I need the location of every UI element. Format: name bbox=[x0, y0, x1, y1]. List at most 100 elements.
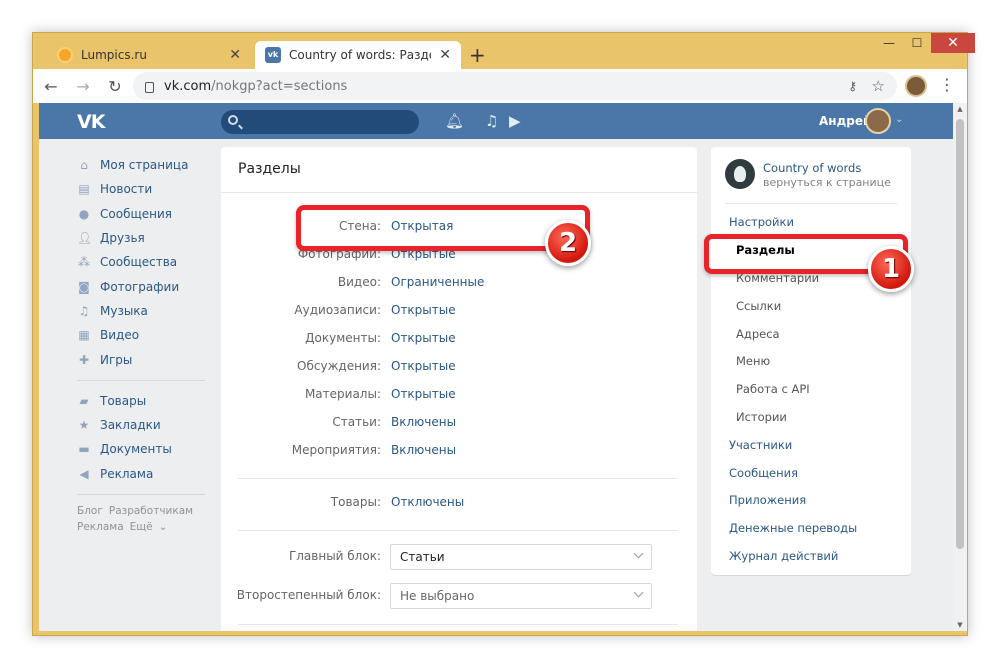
vk-search-input[interactable] bbox=[221, 110, 419, 134]
section-value-link[interactable]: Открытые bbox=[391, 331, 456, 345]
group-name-link[interactable]: Country of words bbox=[763, 161, 861, 175]
section-divider bbox=[238, 624, 678, 625]
left-menu-label: Новости bbox=[100, 182, 153, 197]
main-block-label: Главный блок: bbox=[288, 549, 381, 563]
section-row-articles: Статьи: Включены bbox=[221, 415, 697, 435]
url-host: vk.com bbox=[164, 78, 212, 94]
scroll-up-icon[interactable]: ▲ bbox=[953, 105, 967, 113]
secondary-block-row: Второстепенный блок: Не выбрано bbox=[221, 583, 697, 609]
section-label: Мероприятия: bbox=[291, 443, 381, 457]
photos-icon: ◙ bbox=[78, 279, 90, 294]
tab-title: Lumpics.ru bbox=[81, 48, 147, 62]
bell-icon[interactable]: 🔔︎ bbox=[445, 112, 464, 130]
main-block-row: Главный блок: Статьи bbox=[221, 544, 697, 570]
section-label: Документы: bbox=[305, 331, 381, 345]
section-value-link[interactable]: Отключены bbox=[391, 495, 464, 509]
video-icon: ▦ bbox=[78, 328, 90, 343]
profile-avatar-icon[interactable] bbox=[905, 75, 927, 97]
music-note-icon[interactable]: ♫ bbox=[485, 112, 498, 130]
section-label: Аудиозаписи: bbox=[294, 303, 381, 317]
right-menu-item-action-log[interactable]: Журнал действий bbox=[711, 544, 911, 568]
section-value-link[interactable]: Открытые bbox=[391, 387, 456, 401]
right-menu-item-settings[interactable]: Настройки bbox=[711, 210, 911, 234]
user-name[interactable]: Андрей bbox=[819, 114, 871, 128]
scroll-down-icon[interactable]: ▼ bbox=[953, 621, 967, 629]
tab-title: Country of words: Разделы bbox=[289, 48, 431, 62]
left-menu-label: Сообщения bbox=[100, 206, 173, 221]
close-window-icon[interactable]: ✕ bbox=[931, 33, 975, 53]
lock-icon bbox=[145, 81, 154, 93]
right-menu-item-money-transfers[interactable]: Денежные переводы bbox=[711, 516, 911, 540]
games-icon: ✚ bbox=[78, 352, 90, 367]
secondary-block-select[interactable]: Не выбрано bbox=[390, 583, 652, 609]
page-title: Разделы bbox=[221, 147, 697, 193]
communities-icon: ⁂ bbox=[78, 255, 90, 270]
new-tab-button[interactable]: + bbox=[469, 43, 486, 67]
section-value-link[interactable]: Включены bbox=[391, 443, 456, 457]
page-scrollbar[interactable]: ▲ ▼ bbox=[953, 103, 967, 631]
key-icon[interactable]: ⚷ bbox=[848, 79, 857, 93]
left-menu-label: Музыка bbox=[100, 303, 148, 318]
footer-link-more[interactable]: Ещё bbox=[130, 521, 153, 533]
left-menu-label: Друзья bbox=[100, 231, 145, 246]
section-value-link[interactable]: Открытые bbox=[391, 359, 456, 373]
right-menu-item-messages[interactable]: Сообщения bbox=[711, 461, 911, 485]
section-divider bbox=[238, 530, 678, 531]
tab-vk[interactable]: vk Country of words: Разделы ✕ bbox=[255, 41, 461, 69]
tab-lumpics[interactable]: Lumpics.ru ✕ bbox=[47, 41, 251, 69]
maximize-icon[interactable]: ☐ bbox=[903, 33, 931, 53]
user-avatar[interactable] bbox=[865, 108, 891, 134]
main-block-value: Статьи bbox=[400, 550, 445, 564]
section-row-documents: Документы: Открытые bbox=[221, 331, 697, 351]
right-menu-item-api[interactable]: Работа с API bbox=[711, 377, 911, 401]
section-value-link[interactable]: Ограниченные bbox=[391, 275, 484, 289]
reload-icon[interactable]: ↻ bbox=[101, 77, 129, 96]
vk-logo-icon[interactable]: VK bbox=[77, 111, 105, 133]
left-menu-label: Моя страница bbox=[100, 158, 189, 173]
address-bar[interactable]: vk.com/nokgp?act=sections ⚷ ☆ bbox=[133, 72, 897, 100]
home-icon: ⌂ bbox=[80, 158, 88, 173]
right-menu-item-stories[interactable]: Истории bbox=[711, 405, 911, 429]
section-row-materials: Материалы: Открытые bbox=[221, 387, 697, 407]
right-menu-item-members[interactable]: Участники bbox=[711, 433, 911, 457]
left-menu-label: Документы bbox=[100, 442, 172, 457]
left-menu-label: Закладки bbox=[100, 418, 161, 433]
footer-link-developers[interactable]: Разработчикам bbox=[109, 505, 193, 517]
right-menu-item-addresses[interactable]: Адреса bbox=[711, 322, 911, 346]
section-value-link[interactable]: Включены bbox=[391, 415, 456, 429]
vk-favicon-icon: vk bbox=[265, 47, 281, 63]
right-menu-item-apps[interactable]: Приложения bbox=[711, 488, 911, 512]
back-arrow-icon[interactable]: ← bbox=[37, 77, 65, 96]
messages-icon: ● bbox=[78, 206, 90, 221]
group-avatar[interactable] bbox=[725, 159, 755, 189]
chevron-down-icon[interactable]: ⌄ bbox=[895, 114, 903, 125]
footer-link-ads[interactable]: Реклама bbox=[77, 521, 124, 533]
music-icon: ♫ bbox=[78, 303, 90, 318]
vk-header: VK 🔔︎ ♫ ▶ Андрей ⌄ bbox=[39, 103, 953, 139]
play-video-icon[interactable]: ▶ bbox=[509, 112, 521, 130]
main-block-select[interactable]: Статьи bbox=[390, 544, 652, 570]
section-value-link[interactable]: Открытые bbox=[391, 303, 456, 317]
friends-icon: 👤︎ bbox=[77, 231, 93, 246]
tab-close-icon[interactable]: ✕ bbox=[439, 47, 451, 63]
kebab-menu-icon[interactable]: ⋮ bbox=[939, 75, 955, 94]
footer-link-blog[interactable]: Блог bbox=[77, 505, 103, 517]
scrollbar-thumb[interactable] bbox=[956, 119, 964, 549]
section-row-discussions: Обсуждения: Открытые bbox=[221, 359, 697, 379]
right-menu-item-links[interactable]: Ссылки bbox=[711, 294, 911, 318]
chevron-down-icon[interactable]: ⌄ bbox=[159, 521, 168, 533]
section-label: Видео: bbox=[337, 275, 381, 289]
back-to-page-link[interactable]: вернуться к странице bbox=[763, 176, 891, 189]
right-menu-item-menu[interactable]: Меню bbox=[711, 349, 911, 373]
left-menu-divider bbox=[77, 493, 205, 495]
tab-close-icon[interactable]: ✕ bbox=[229, 47, 241, 63]
bookmarks-icon: ★ bbox=[78, 418, 90, 433]
minimize-icon[interactable]: — bbox=[875, 33, 903, 53]
annotation-badge-1: 1 bbox=[868, 246, 914, 292]
news-icon: ▤ bbox=[78, 182, 90, 197]
section-row-video: Видео: Ограниченные bbox=[221, 275, 697, 295]
star-icon[interactable]: ☆ bbox=[872, 77, 885, 95]
left-menu-label: Игры bbox=[100, 352, 133, 367]
forward-arrow-icon[interactable]: → bbox=[69, 77, 97, 96]
section-row-events: Мероприятия: Включены bbox=[221, 443, 697, 463]
